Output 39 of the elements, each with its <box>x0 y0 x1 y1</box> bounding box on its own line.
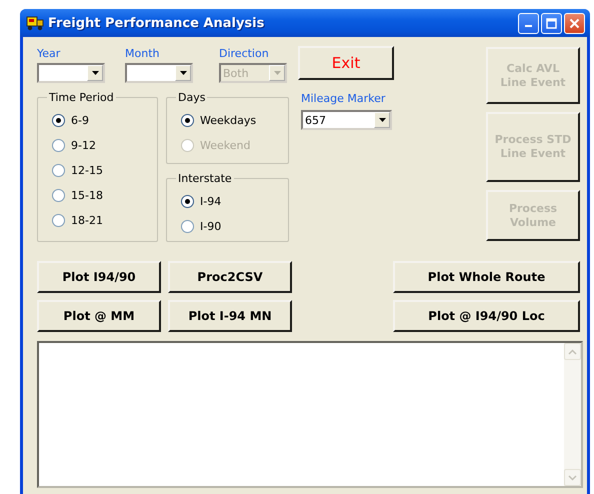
radio-option[interactable]: 12-15 <box>52 158 157 183</box>
plot-button[interactable]: Plot @ I94/90 Loc <box>393 300 580 332</box>
maximize-button[interactable] <box>541 12 562 34</box>
radio-option[interactable]: 18-21 <box>52 208 157 233</box>
plot-button[interactable]: Plot I94/90 <box>37 261 161 293</box>
radio-option[interactable]: I-90 <box>181 214 288 239</box>
dropdown-arrow-icon <box>378 118 386 122</box>
plot-button[interactable]: Proc2CSV <box>168 261 292 293</box>
minimize-icon <box>525 25 532 27</box>
maximize-icon <box>546 18 557 28</box>
group-title: Interstate <box>177 172 233 185</box>
field-label: Direction <box>219 47 270 60</box>
truck-icon <box>26 15 44 31</box>
minimize-button[interactable] <box>518 12 539 34</box>
group-title: Time Period <box>48 91 115 104</box>
field-label: Year <box>37 47 62 60</box>
plot-button[interactable]: Plot I-94 MN <box>168 300 292 332</box>
group-title: Days <box>177 91 206 104</box>
radio-option[interactable]: 6-9 <box>52 108 157 133</box>
close-button[interactable] <box>564 12 585 34</box>
radio-option[interactable]: 9-12 <box>52 133 157 158</box>
radio-option[interactable]: Weekdays <box>181 108 288 133</box>
dropdown-arrow-icon <box>180 71 186 75</box>
plot-button[interactable]: Plot Whole Route <box>393 261 580 293</box>
dropdown-field[interactable] <box>125 63 193 83</box>
scroll-up-icon <box>568 348 577 354</box>
dropdown-field[interactable]: 657 <box>301 110 392 130</box>
radio-option[interactable]: I-94 <box>181 189 288 214</box>
dropdown-arrow-icon <box>92 71 98 75</box>
dropdown-arrow-icon <box>274 71 280 75</box>
plot-button[interactable]: Plot @ MM <box>37 300 161 332</box>
dropdown-field[interactable] <box>37 63 105 83</box>
scroll-down-icon <box>568 474 577 480</box>
field-label: Month <box>125 47 160 60</box>
close-icon <box>569 18 580 28</box>
window-title: Freight Performance Analysis <box>48 16 266 30</box>
radio-option[interactable]: 15-18 <box>52 183 157 208</box>
scrollbar[interactable] <box>564 343 581 486</box>
field-label: Mileage Marker <box>301 92 386 105</box>
